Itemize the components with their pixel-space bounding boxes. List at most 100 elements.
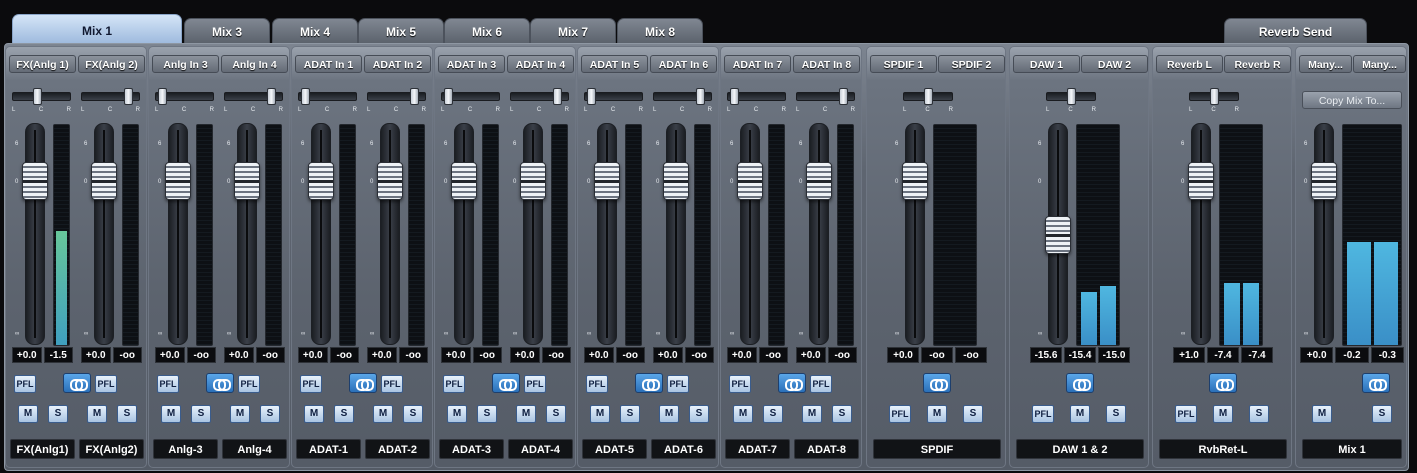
ch5-1-fader-knob[interactable]	[806, 162, 832, 200]
ch5-1-mute-button[interactable]: M	[802, 405, 822, 423]
tab-mix-8[interactable]: Mix 8	[617, 18, 703, 44]
ch2-stereo-link-button[interactable]	[349, 373, 377, 393]
ch3-1-pan-slider[interactable]: LCR	[510, 87, 569, 113]
ch2-pfl-right-button[interactable]: PFL	[381, 375, 403, 393]
ch2-1-input-select[interactable]: ADAT In 2	[364, 55, 431, 73]
tab-mix-7[interactable]: Mix 7	[530, 18, 616, 44]
ch0-0-pan-slider[interactable]: LCR	[12, 87, 71, 113]
ch5-1-input-select[interactable]: ADAT In 8	[793, 55, 860, 73]
ch0-1-mute-button[interactable]: M	[87, 405, 107, 423]
tab-mix-4[interactable]: Mix 4	[272, 18, 358, 44]
ch4-1-fader-knob[interactable]	[663, 162, 689, 200]
ch7-mute-button[interactable]: M	[1070, 405, 1090, 423]
ch3-0-fader-track[interactable]	[454, 123, 474, 345]
ch2-0-solo-button[interactable]: S	[334, 405, 354, 423]
ch7-pan-slider[interactable]: LCR	[1046, 87, 1096, 113]
ch1-1-fader-knob[interactable]	[234, 162, 260, 200]
ch7-fader-knob[interactable]	[1045, 216, 1071, 254]
ch9-mute-button[interactable]: M	[1312, 405, 1332, 423]
ch4-1-mute-button[interactable]: M	[659, 405, 679, 423]
ch5-pfl-right-button[interactable]: PFL	[810, 375, 832, 393]
ch5-1-solo-button[interactable]: S	[832, 405, 852, 423]
ch5-0-fader-track[interactable]	[740, 123, 760, 345]
ch0-0-fader-track[interactable]	[25, 123, 45, 345]
ch2-1-fader-track[interactable]	[380, 123, 400, 345]
ch3-1-fader-track[interactable]	[523, 123, 543, 345]
ch3-1-pan-knob[interactable]	[552, 88, 562, 105]
ch2-1-pan-knob[interactable]	[409, 88, 419, 105]
ch8-input-left-select[interactable]: Reverb L	[1156, 55, 1223, 73]
ch2-0-fader-knob[interactable]	[308, 162, 334, 200]
ch7-stereo-link-button[interactable]	[1066, 373, 1094, 393]
ch3-0-pan-knob[interactable]	[443, 88, 453, 105]
ch1-1-input-select[interactable]: Anlg In 4	[221, 55, 288, 73]
ch1-0-pan-knob[interactable]	[157, 88, 167, 105]
ch1-0-mute-button[interactable]: M	[161, 405, 181, 423]
ch6-fader-knob[interactable]	[902, 162, 928, 200]
ch0-1-pan-slider[interactable]: LCR	[81, 87, 140, 113]
ch6-input-right-select[interactable]: SPDIF 2	[938, 55, 1005, 73]
ch7-input-left-select[interactable]: DAW 1	[1013, 55, 1080, 73]
ch4-0-solo-button[interactable]: S	[620, 405, 640, 423]
ch4-pfl-left-button[interactable]: PFL	[586, 375, 608, 393]
ch3-0-mute-button[interactable]: M	[447, 405, 467, 423]
ch1-1-pan-knob[interactable]	[266, 88, 276, 105]
ch0-0-input-select[interactable]: FX(Anlg 1)	[9, 55, 76, 73]
ch5-stereo-link-button[interactable]	[778, 373, 806, 393]
ch5-0-solo-button[interactable]: S	[763, 405, 783, 423]
tab-mix-5[interactable]: Mix 5	[358, 18, 444, 44]
ch3-stereo-link-button[interactable]	[492, 373, 520, 393]
ch4-pfl-right-button[interactable]: PFL	[667, 375, 689, 393]
ch6-stereo-link-button[interactable]	[923, 373, 951, 393]
ch5-0-fader-knob[interactable]	[737, 162, 763, 200]
ch2-0-fader-track[interactable]	[311, 123, 331, 345]
ch1-0-solo-button[interactable]: S	[191, 405, 211, 423]
ch3-0-pan-slider[interactable]: LCR	[441, 87, 500, 113]
ch4-0-input-select[interactable]: ADAT In 5	[581, 55, 648, 73]
ch1-0-fader-knob[interactable]	[165, 162, 191, 200]
ch3-pfl-right-button[interactable]: PFL	[524, 375, 546, 393]
ch4-0-mute-button[interactable]: M	[590, 405, 610, 423]
ch0-stereo-link-button[interactable]	[63, 373, 91, 393]
ch1-1-fader-track[interactable]	[237, 123, 257, 345]
ch6-input-left-select[interactable]: SPDIF 1	[870, 55, 937, 73]
ch1-pfl-left-button[interactable]: PFL	[157, 375, 179, 393]
ch5-0-mute-button[interactable]: M	[733, 405, 753, 423]
ch2-1-solo-button[interactable]: S	[403, 405, 423, 423]
ch5-pfl-left-button[interactable]: PFL	[729, 375, 751, 393]
tab-mix-3[interactable]: Mix 3	[184, 18, 270, 44]
tab-mix-1[interactable]: Mix 1	[12, 14, 182, 44]
ch1-0-input-select[interactable]: Anlg In 3	[152, 55, 219, 73]
ch4-1-input-select[interactable]: ADAT In 6	[650, 55, 717, 73]
ch6-pan-slider[interactable]: LCR	[903, 87, 953, 113]
ch9-solo-button[interactable]: S	[1372, 405, 1392, 423]
ch4-stereo-link-button[interactable]	[635, 373, 663, 393]
ch9-copy-mix-button[interactable]: Copy Mix To...	[1302, 91, 1402, 109]
ch4-0-fader-knob[interactable]	[594, 162, 620, 200]
ch1-pfl-right-button[interactable]: PFL	[238, 375, 260, 393]
ch9-input-right-select[interactable]: Many...	[1353, 55, 1406, 73]
ch0-0-pan-knob[interactable]	[33, 88, 42, 105]
ch0-1-fader-knob[interactable]	[91, 162, 117, 200]
ch3-1-solo-button[interactable]: S	[546, 405, 566, 423]
ch4-1-fader-track[interactable]	[666, 123, 686, 345]
ch8-solo-button[interactable]: S	[1249, 405, 1269, 423]
ch4-1-solo-button[interactable]: S	[689, 405, 709, 423]
ch1-1-solo-button[interactable]: S	[260, 405, 280, 423]
ch6-mute-button[interactable]: M	[927, 405, 947, 423]
ch4-0-fader-track[interactable]	[597, 123, 617, 345]
ch8-pan-knob[interactable]	[1209, 88, 1219, 105]
ch8-pfl-button[interactable]: PFL	[1175, 405, 1197, 423]
ch0-0-solo-button[interactable]: S	[48, 405, 68, 423]
ch3-1-fader-knob[interactable]	[520, 162, 546, 200]
ch8-stereo-link-button[interactable]	[1209, 373, 1237, 393]
tab-mix-6[interactable]: Mix 6	[444, 18, 530, 44]
ch2-0-pan-knob[interactable]	[300, 88, 310, 105]
ch5-0-input-select[interactable]: ADAT In 7	[724, 55, 791, 73]
ch0-pfl-left-button[interactable]: PFL	[14, 375, 36, 393]
ch1-1-mute-button[interactable]: M	[230, 405, 250, 423]
ch7-pan-knob[interactable]	[1066, 88, 1076, 105]
ch3-0-fader-knob[interactable]	[451, 162, 477, 200]
ch2-0-input-select[interactable]: ADAT In 1	[295, 55, 362, 73]
tab-reverb-send[interactable]: Reverb Send	[1224, 18, 1367, 44]
